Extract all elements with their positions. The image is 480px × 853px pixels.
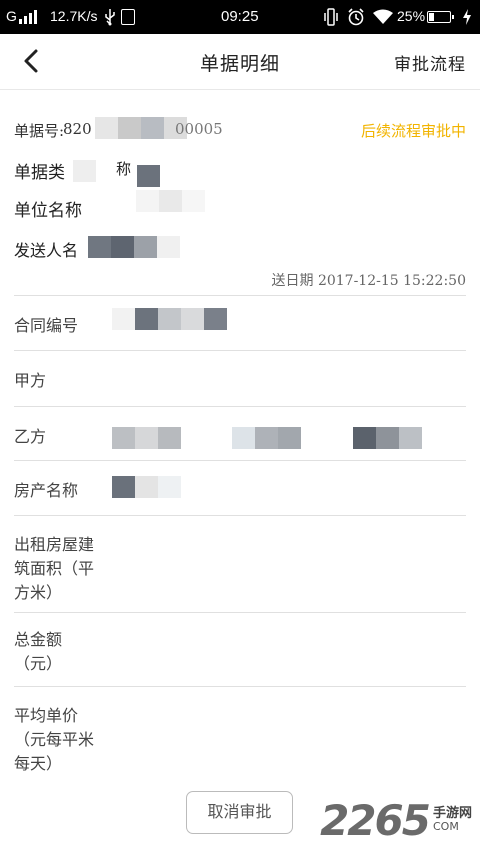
unit-name-label: 单位名称 xyxy=(14,201,82,221)
field-label-party-a: 甲方 xyxy=(14,371,47,390)
signal-icon xyxy=(19,10,41,24)
app-header: 单据明细 审批流程 xyxy=(0,34,480,90)
redacted-block xyxy=(112,427,181,449)
doc-no-label: 单据号: xyxy=(14,122,65,140)
net-speed: 12.7K/s xyxy=(50,8,98,24)
redacted-block xyxy=(112,476,181,498)
header-divider xyxy=(0,89,480,90)
watermark-side: 手游网 COM xyxy=(432,806,472,833)
status-badge: 后续流程审批中 xyxy=(360,122,466,140)
divider xyxy=(14,350,466,351)
vibrate-icon xyxy=(324,8,338,26)
redacted-block xyxy=(232,427,301,449)
field-label-average-unit-price: 平均单价 （元每平米 每天） xyxy=(14,706,95,773)
redacted-block xyxy=(95,117,187,139)
redacted-block xyxy=(88,236,180,258)
field-label-total-amount: 总金额 （元） xyxy=(14,630,63,673)
status-bar: G 12.7K/s 09:25 25% xyxy=(0,0,480,34)
alarm-icon xyxy=(348,8,364,26)
doc-type-tail: 称 xyxy=(116,160,132,178)
approval-flow-button[interactable]: 审批流程 xyxy=(394,50,466,75)
divider xyxy=(14,686,466,687)
carrier-text: G xyxy=(6,8,17,24)
redacted-block xyxy=(136,190,205,212)
divider xyxy=(14,460,466,461)
field-label-contract-no: 合同编号 xyxy=(14,316,79,335)
doc-type-label: 单据类 xyxy=(14,163,65,183)
doc-no-prefix: 820 xyxy=(63,120,92,138)
field-label-party-b: 乙方 xyxy=(14,427,47,446)
divider xyxy=(14,612,466,613)
send-date: 送日期 2017-12-15 15:22:50 xyxy=(271,273,467,289)
redacted-block xyxy=(353,427,422,449)
redacted-block xyxy=(112,308,227,330)
cancel-approval-button[interactable]: 取消审批 xyxy=(186,791,293,834)
field-label-rental-area: 出租房屋建 筑面积（平 方米） xyxy=(14,535,95,602)
battery-icon xyxy=(427,11,454,23)
notification-icon xyxy=(121,9,135,25)
field-label-property-name: 房产名称 xyxy=(14,481,79,500)
divider xyxy=(14,515,466,516)
divider xyxy=(14,406,466,407)
clock-time: 09:25 xyxy=(221,8,259,25)
wifi-icon xyxy=(373,9,393,24)
watermark-number: 2265 xyxy=(320,795,431,845)
sender-label: 发送人名 xyxy=(14,241,79,260)
doc-no-tail: 00005 xyxy=(175,120,223,138)
charging-icon xyxy=(463,9,471,25)
usb-icon xyxy=(105,9,115,26)
battery-percent: 25% xyxy=(397,8,426,24)
redacted-block xyxy=(73,160,96,182)
redacted-block xyxy=(137,165,160,187)
divider xyxy=(14,295,466,296)
watermark-logo: 2265 手游网 COM xyxy=(320,795,472,845)
